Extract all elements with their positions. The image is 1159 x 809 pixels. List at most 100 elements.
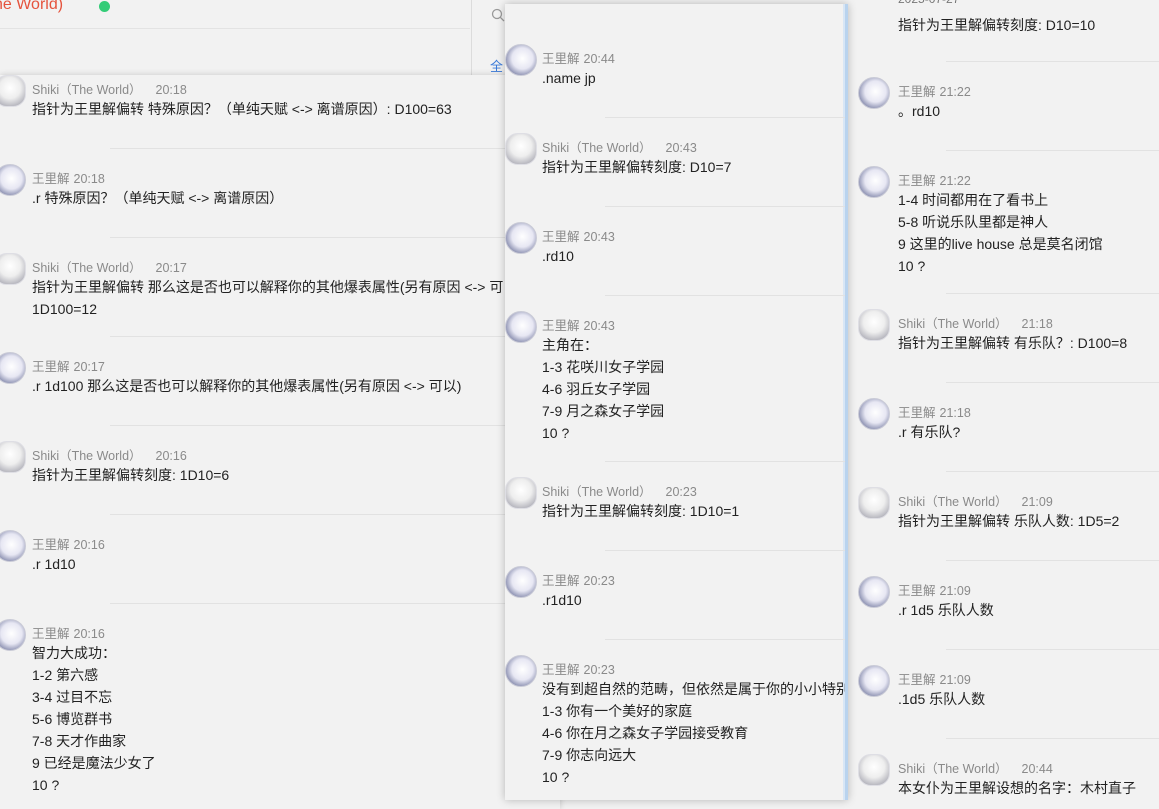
message-time: 20:23: [583, 574, 615, 588]
message-time: 20:17: [73, 360, 105, 374]
message-time: 20:17: [155, 261, 187, 275]
sender-name[interactable]: Shiki（The World）: [32, 83, 142, 97]
avatar[interactable]: [858, 576, 890, 608]
divider: [471, 0, 472, 75]
message-body: 没有到超自然的范畴，但依然是属于你的小小特别 1-3 你有一个美好的家庭 4-6 你…: [542, 678, 848, 788]
sender-name[interactable]: 王里解: [542, 319, 580, 333]
avatar[interactable]: [0, 530, 26, 562]
avatar[interactable]: [858, 166, 890, 198]
avatar[interactable]: [505, 477, 537, 509]
message-separator: [946, 382, 1159, 383]
message-body: 指针为王里解偏转刻度: D10=10: [898, 14, 1095, 36]
avatar[interactable]: [0, 75, 26, 107]
message-body: 指针为王里解偏转刻度: 1D10=6: [32, 464, 229, 486]
message-body: .name jp: [542, 67, 596, 89]
message-time: 21:22: [939, 85, 971, 99]
message-separator: [110, 603, 560, 604]
sender-name[interactable]: 王里解: [542, 663, 580, 677]
sender-name[interactable]: 王里解: [32, 538, 70, 552]
message-separator: [946, 293, 1159, 294]
sender-name[interactable]: Shiki（The World）: [542, 485, 652, 499]
date-label: 2025-07-27: [898, 0, 959, 6]
message-line: .rd10: [542, 248, 574, 264]
message-body: .r 特殊原因？（单纯天赋 <-> 离谱原因）: [32, 187, 283, 209]
avatar[interactable]: [505, 222, 537, 254]
avatar[interactable]: [0, 253, 26, 285]
sender-name[interactable]: 王里解: [898, 85, 936, 99]
message-header: 王里解 20:23: [542, 570, 615, 589]
avatar[interactable]: [858, 398, 890, 430]
message-separator: [605, 206, 845, 207]
chat-panel-middle: 王里解 20:44 .name jp Shiki（The World） 20:43 指针为…: [505, 4, 848, 800]
avatar[interactable]: [0, 164, 26, 196]
message-separator: [110, 425, 560, 426]
message-line: .r 特殊原因？（单纯天赋 <-> 离谱原因）: [32, 190, 284, 206]
sender-name[interactable]: 王里解: [542, 230, 580, 244]
avatar[interactable]: [858, 309, 890, 341]
message-line: 没有到超自然的范畴，但依然是属于你的小小特别: [542, 681, 848, 697]
message-line: 4-6 你在月之森女子学园接受教育: [542, 725, 749, 741]
message-line: 4-6 羽丘女子学园: [542, 381, 651, 397]
message-line: 1D100=12: [32, 301, 98, 317]
sender-name[interactable]: 王里解: [898, 673, 936, 687]
sender-name[interactable]: 王里解: [542, 52, 580, 66]
avatar[interactable]: [858, 754, 890, 786]
sender-name[interactable]: 王里解: [898, 406, 936, 420]
avatar[interactable]: [0, 441, 26, 473]
message-line: 指针为王里解偏转 那么这是否也可以解释你的其他爆表属性(另有原因 <-> 可: [32, 279, 504, 295]
sender-name[interactable]: 王里解: [32, 360, 70, 374]
message-body: 本女仆为王里解设想的名字：木村直子: [898, 777, 1136, 799]
sender-name[interactable]: 王里解: [542, 574, 580, 588]
message-header: 王里解 20:43: [542, 315, 615, 334]
sender-name[interactable]: 王里解: [898, 584, 936, 598]
message-time: 20:16: [73, 627, 105, 641]
message-line: 10 ?: [898, 258, 926, 274]
message-line: 指针为王里解偏转 特殊原因？（单纯天赋 <-> 离谱原因）: D100=63: [32, 101, 452, 117]
message-header: 王里解 21:09: [898, 669, 971, 688]
message-line: 1-4 时间都用在了看书上: [898, 192, 1049, 208]
message-body: 指针为王里解偏转 乐队人数: 1D5=2: [898, 510, 1119, 532]
avatar[interactable]: [858, 77, 890, 109]
sender-name[interactable]: Shiki（The World）: [898, 495, 1008, 509]
avatar[interactable]: [505, 133, 537, 165]
avatar[interactable]: [505, 311, 537, 343]
chat-panel-left: Shiki（The World） 20:18 指针为王里解偏转 特殊原因？（单纯天赋…: [0, 75, 560, 809]
sender-name[interactable]: 王里解: [32, 172, 70, 186]
message-separator: [946, 471, 1159, 472]
message-body: 。rd10: [898, 100, 940, 122]
message-time: 20:44: [583, 52, 615, 66]
sender-name[interactable]: Shiki（The World）: [32, 449, 142, 463]
sender-name[interactable]: Shiki（The World）: [542, 141, 652, 155]
message-time: 20:43: [583, 230, 615, 244]
message-body: 指针为王里解偏转 特殊原因？（单纯天赋 <-> 离谱原因）: D100=63: [32, 98, 452, 120]
message-line: 1-3 花咲川女子学园: [542, 359, 665, 375]
message-time: 20:23: [665, 485, 697, 499]
message-line: 3-4 过目不忘: [32, 689, 113, 705]
message-separator: [110, 148, 560, 149]
message-body: 指针为王里解偏转刻度: D10=7: [542, 156, 731, 178]
message-time: 20:23: [583, 663, 615, 677]
sender-name[interactable]: Shiki（The World）: [898, 317, 1008, 331]
avatar[interactable]: [0, 619, 26, 651]
sender-name[interactable]: Shiki（The World）: [32, 261, 142, 275]
message-time: 20:18: [155, 83, 187, 97]
message-time: 20:18: [73, 172, 105, 186]
message-line: 1-2 第六感: [32, 667, 99, 683]
message-time: 21:18: [1021, 317, 1053, 331]
all-link[interactable]: 全: [490, 56, 503, 75]
sender-name[interactable]: Shiki（The World）: [898, 762, 1008, 776]
message-header: Shiki（The World） 20:44: [898, 758, 1053, 777]
avatar[interactable]: [858, 665, 890, 697]
avatar[interactable]: [858, 487, 890, 519]
message-line: 指针为王里解偏转刻度: D10=7: [542, 159, 732, 175]
message-line: .r 1d10: [32, 556, 76, 572]
avatar[interactable]: [505, 566, 537, 598]
avatar[interactable]: [0, 352, 26, 384]
message-line: 10 ?: [32, 777, 60, 793]
avatar[interactable]: [505, 655, 537, 687]
message-time: 20:43: [665, 141, 697, 155]
message-header: Shiki（The World） 20:17: [32, 257, 187, 276]
sender-name[interactable]: 王里解: [898, 174, 936, 188]
avatar[interactable]: [505, 44, 537, 76]
sender-name[interactable]: 王里解: [32, 627, 70, 641]
